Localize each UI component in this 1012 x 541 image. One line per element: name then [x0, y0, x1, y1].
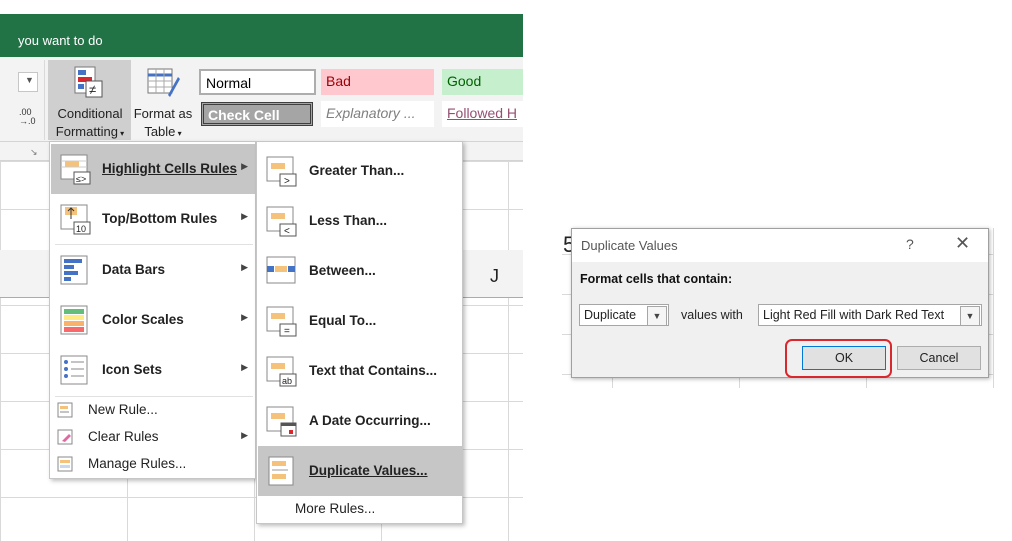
svg-text:10: 10: [76, 224, 86, 234]
date-occurring-icon: [266, 406, 297, 437]
style-explanatory[interactable]: Explanatory ...: [321, 101, 434, 127]
decrease-decimal-icon[interactable]: .00 →.0: [19, 108, 36, 126]
menu-item-data-bars[interactable]: Data Bars ▶: [51, 245, 256, 295]
values-with-label: values with: [681, 308, 743, 322]
ok-button-highlight: [785, 339, 892, 378]
chevron-down-icon[interactable]: ▼: [960, 306, 980, 326]
svg-text:ab: ab: [282, 376, 292, 386]
menu-item-icon-sets[interactable]: Icon Sets ▶: [51, 345, 256, 395]
manage-rules-icon: [57, 456, 73, 472]
submenu-item-greater-than[interactable]: > Greater Than...: [258, 146, 463, 196]
close-icon[interactable]: ✕: [955, 233, 970, 254]
style-normal[interactable]: Normal: [199, 69, 316, 95]
submenu-item-between[interactable]: Between...: [258, 246, 463, 296]
svg-text:<: <: [284, 226, 290, 237]
chevron-down-icon: ▼: [25, 75, 34, 85]
style-bad[interactable]: Bad: [321, 69, 434, 95]
submenu-item-less-than[interactable]: < Less Than...: [258, 196, 463, 246]
less-than-icon: <: [266, 206, 297, 237]
help-icon[interactable]: ?: [906, 236, 914, 252]
duplicate-values-icon: [268, 456, 294, 486]
format-as-table-label[interactable]: Format as Table ▾: [132, 105, 194, 143]
conditional-formatting-icon: ≠: [74, 66, 103, 98]
menu-item-highlight-cells-rules[interactable]: ≤> Highlight Cells Rules ▶: [51, 144, 256, 194]
submenu-item-date-occurring[interactable]: A Date Occurring...: [258, 396, 463, 446]
svg-text:≠: ≠: [89, 82, 96, 97]
greater-than-icon: >: [266, 156, 297, 187]
submenu-item-duplicate-values[interactable]: Duplicate Values...: [258, 446, 463, 496]
style-good[interactable]: Good: [442, 69, 523, 95]
conditional-formatting-menu: ≤> Highlight Cells Rules ▶ 10 Top/Bottom…: [49, 141, 256, 479]
highlight-cells-rules-submenu: > Greater Than... < Less Than... Between…: [256, 141, 463, 524]
new-rule-icon: [57, 402, 73, 418]
dialog-heading: Format cells that contain:: [580, 272, 733, 286]
submenu-item-equal-to[interactable]: = Equal To...: [258, 296, 463, 346]
submenu-arrow-icon: ▶: [241, 430, 248, 440]
submenu-item-more-rules[interactable]: More Rules...: [258, 498, 463, 522]
data-bars-icon: [60, 255, 88, 285]
color-scales-icon: [60, 305, 88, 335]
highlight-cells-icon: ≤>: [60, 154, 91, 185]
between-icon: [266, 256, 296, 284]
chevron-down-icon[interactable]: ▼: [647, 306, 667, 326]
svg-text:>: >: [284, 176, 290, 187]
style-followed-hyperlink[interactable]: Followed H: [442, 101, 523, 127]
format-style-select[interactable]: Light Red Fill with Dark Red Text ▼: [758, 304, 982, 326]
menu-item-clear-rules[interactable]: Clear Rules ▶: [51, 424, 256, 451]
submenu-arrow-icon: ▶: [241, 211, 248, 221]
submenu-arrow-icon: ▶: [241, 362, 248, 372]
submenu-arrow-icon: ▶: [241, 262, 248, 272]
submenu-arrow-icon: ▶: [241, 161, 248, 171]
clear-rules-icon: [57, 429, 73, 445]
svg-text:=: =: [284, 326, 290, 337]
duplicate-type-select[interactable]: Duplicate ▼: [579, 304, 669, 326]
ribbon-divider: [44, 60, 45, 140]
submenu-arrow-icon: ▶: [241, 312, 248, 322]
dialog-title: Duplicate Values: [581, 238, 678, 253]
menu-item-manage-rules[interactable]: Manage Rules...: [51, 451, 256, 478]
icon-sets-icon: [60, 355, 88, 385]
number-format-dropdown[interactable]: ▼: [18, 72, 38, 92]
submenu-item-text-contains[interactable]: ab Text that Contains...: [258, 346, 463, 396]
cancel-button[interactable]: Cancel: [897, 346, 981, 370]
conditional-formatting-label: Conditional Formatting ▾: [55, 106, 125, 139]
style-check-cell[interactable]: Check Cell: [201, 102, 313, 126]
menu-item-top-bottom-rules[interactable]: 10 Top/Bottom Rules ▶: [51, 194, 256, 244]
equal-to-icon: =: [266, 306, 297, 337]
column-header-j[interactable]: J: [490, 266, 499, 287]
menu-item-color-scales[interactable]: Color Scales ▶: [51, 295, 256, 345]
menu-item-new-rule[interactable]: New Rule...: [51, 397, 256, 424]
text-contains-icon: ab: [266, 356, 297, 387]
top-bottom-icon: 10: [60, 204, 91, 235]
format-as-table-icon: [147, 68, 180, 97]
group-expand-icon[interactable]: ↘: [30, 147, 38, 158]
tell-me-text[interactable]: you want to do: [18, 33, 103, 48]
svg-text:≤>: ≤>: [76, 174, 86, 184]
